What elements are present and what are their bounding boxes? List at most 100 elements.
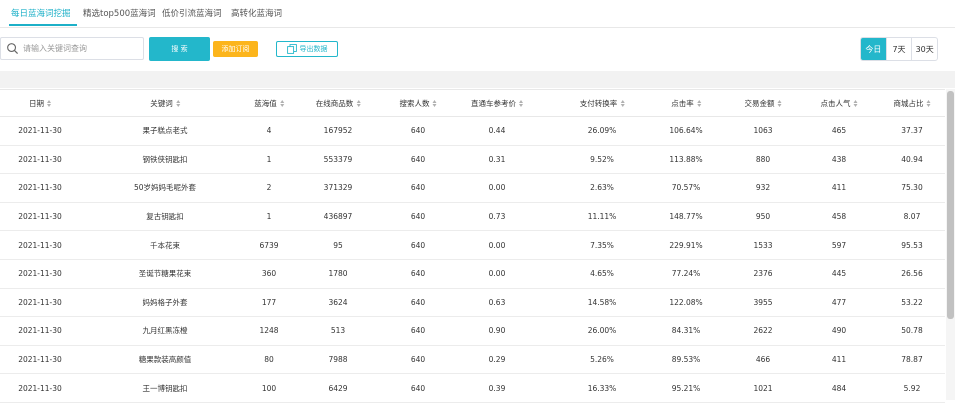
cell-pay-conversion: 7.35% [590,240,614,250]
cell-keyword: 果子糕点老式 [142,126,188,136]
table-row[interactable]: 2021-11-30 50岁妈妈毛呢外套 2 371329 640 0.00 2.63% 70… [0,174,945,203]
table-body: 2021-11-30 果子糕点老式 4 167952 640 0.44 26.09% 106.… [0,117,945,403]
column-header-label: 直通车参考价 [471,98,516,108]
cell-date: 2021-11-30 [18,355,62,365]
cell-click-rate: 84.31% [671,326,701,336]
column-header-click-rate[interactable]: 点击率 [671,90,701,116]
tab-high-conversion[interactable]: 高转化蓝海词 [231,7,282,19]
sort-icon[interactable] [926,99,931,107]
cell-click-popularity: 438 [831,154,847,164]
sort-icon[interactable] [853,99,858,107]
cell-click-popularity: 445 [831,269,847,279]
cell-ztc-price: 0.00 [488,269,506,279]
table-row[interactable]: 2021-11-30 圣诞节糖果花束 360 1780 640 0.00 4.65% 77.2… [0,260,945,289]
cell-keyword: 妈妈格子外套 [142,297,188,307]
column-header-click-popularity[interactable]: 点击人气 [821,90,858,116]
add-subscription-button[interactable]: 添加订阅 [213,41,258,57]
keyword-table: 日期 关键词 蓝海值 在线商品数 搜索人数 直通车参考价 支付转换率 点击率 交易金额 点击人气 商… [0,89,945,403]
cell-ztc-price: 0.00 [488,183,506,193]
column-header-blue-ocean-value[interactable]: 蓝海值 [254,90,284,116]
search-input[interactable] [23,41,138,56]
export-data-button[interactable]: 导出数据 [276,41,338,57]
column-header-pay-conversion[interactable]: 支付转换率 [580,90,625,116]
sort-icon[interactable] [47,99,51,107]
cell-blue-ocean-value: 100 [261,383,277,393]
tab-bar: 每日蓝海词挖掘 精选top500蓝海词 低价引流蓝海词 高转化蓝海词 [0,0,955,28]
cell-mall-ratio: 75.30 [901,183,923,193]
column-header-label: 蓝海值 [254,98,277,108]
sort-icon[interactable] [777,99,782,107]
cell-pay-conversion: 11.11% [587,212,617,222]
cell-trade-amount: 1063 [753,126,773,136]
table-row[interactable]: 2021-11-30 妈妈格子外套 177 3624 640 0.63 14.58% 122.… [0,289,945,318]
cell-mall-ratio: 5.92 [903,383,921,393]
range-30-days[interactable]: 30天 [911,38,937,60]
table-row[interactable]: 2021-11-30 果子糕点老式 4 167952 640 0.44 26.09% 106.… [0,117,945,146]
sort-icon[interactable] [519,99,523,107]
sort-icon[interactable] [356,99,361,107]
range-7-days[interactable]: 7天 [885,38,912,60]
tab-low-price[interactable]: 低价引流蓝海词 [162,7,222,19]
cell-trade-amount: 1021 [753,383,773,393]
sort-icon[interactable] [175,99,180,107]
sort-icon[interactable] [696,99,701,107]
cell-blue-ocean-value: 1 [266,212,272,222]
sort-icon[interactable] [620,99,625,107]
cell-mall-ratio: 37.37 [901,126,923,136]
range-today[interactable]: 今日 [861,38,886,60]
cell-keyword: 复古钥匙扣 [146,212,184,222]
table-row[interactable]: 2021-11-30 九月红黑冻橙 1248 513 640 0.90 26.00% 84.3… [0,317,945,346]
cell-search-users: 640 [410,269,426,279]
cell-click-popularity: 411 [831,355,847,365]
cell-date: 2021-11-30 [18,126,62,136]
column-header-label: 点击率 [671,98,694,108]
cell-click-rate: 89.53% [671,355,701,365]
column-header-label: 搜索人数 [399,98,430,108]
column-header-ztc-price[interactable]: 直通车参考价 [471,90,523,116]
cell-blue-ocean-value: 360 [261,269,277,279]
cell-date: 2021-11-30 [18,183,62,193]
sort-icon[interactable] [432,99,437,107]
tab-daily-blue-ocean[interactable]: 每日蓝海词挖掘 [11,7,71,19]
cell-trade-amount: 932 [755,183,771,193]
cell-trade-amount: 1533 [753,240,773,250]
cell-click-popularity: 477 [831,297,847,307]
cell-blue-ocean-value: 80 [264,355,274,365]
cell-keyword: 钢铁侠钥匙扣 [142,154,188,164]
tab-top500[interactable]: 精选top500蓝海词 [83,7,156,19]
section-divider [0,71,955,88]
cell-blue-ocean-value: 1248 [259,326,279,336]
column-header-label: 在线商品数 [315,98,354,108]
cell-date: 2021-11-30 [18,154,62,164]
scroll-thumb[interactable] [947,91,954,319]
cell-online-products: 436897 [323,212,353,222]
vertical-scrollbar[interactable] [946,89,955,400]
sort-icon[interactable] [279,99,284,107]
column-header-search-users[interactable]: 搜索人数 [400,90,437,116]
column-header-label: 商城占比 [893,98,924,108]
table-row[interactable]: 2021-11-30 王一博钥匙扣 100 6429 640 0.39 16.33% 95.2… [0,374,945,403]
table-row[interactable]: 2021-11-30 千本花束 6739 95 640 0.00 7.35% 229.91% 1… [0,231,945,260]
cell-search-users: 640 [410,154,426,164]
cell-mall-ratio: 95.53 [901,240,923,250]
column-header-date[interactable]: 日期 [29,90,51,116]
cell-date: 2021-11-30 [18,326,62,336]
column-header-trade-amount[interactable]: 交易金额 [745,90,782,116]
cell-pay-conversion: 26.09% [587,126,617,136]
cell-online-products: 513 [330,326,346,336]
cell-keyword: 千本花束 [150,240,180,250]
cell-click-rate: 229.91% [669,240,703,250]
cell-click-popularity: 597 [831,240,847,250]
table-row[interactable]: 2021-11-30 糖果款装高颜值 80 7988 640 0.29 5.26% 89.53… [0,346,945,375]
cell-mall-ratio: 26.56 [901,269,923,279]
column-header-keyword[interactable]: 关键词 [150,90,180,116]
column-header-online-products[interactable]: 在线商品数 [316,90,361,116]
table-row[interactable]: 2021-11-30 复古钥匙扣 1 436897 640 0.73 11.11% 148.7… [0,203,945,232]
column-header-mall-ratio[interactable]: 商城占比 [894,90,931,116]
cell-search-users: 640 [410,240,426,250]
cell-click-popularity: 465 [831,126,847,136]
table-row[interactable]: 2021-11-30 钢铁侠钥匙扣 1 553379 640 0.31 9.52% 113.8… [0,146,945,175]
cell-click-rate: 106.64% [669,126,703,136]
export-data-label: 导出数据 [299,45,328,53]
search-button[interactable]: 搜 索 [149,37,210,61]
